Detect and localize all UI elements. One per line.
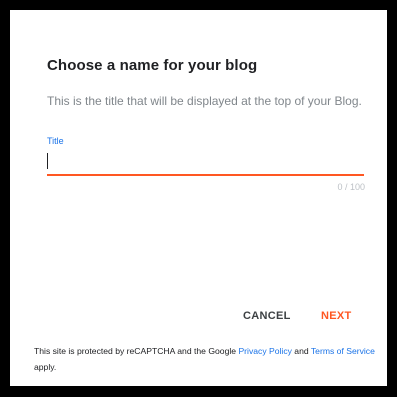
notice-and-text: and (291, 346, 311, 356)
recaptcha-notice: This site is protected by reCAPTCHA and … (34, 343, 379, 375)
blog-name-dialog: Choose a name for your blog This is the … (10, 10, 387, 386)
privacy-policy-link[interactable]: Privacy Policy (238, 346, 291, 356)
notice-text-after: apply. (34, 362, 57, 372)
title-field-label: Title (47, 136, 64, 146)
dialog-title: Choose a name for your blog (47, 57, 258, 74)
text-caret (47, 153, 48, 169)
character-counter: 0 / 100 (337, 182, 365, 192)
cancel-button[interactable]: CANCEL (243, 310, 291, 322)
dialog-subtitle: This is the title that will be displayed… (47, 94, 362, 108)
title-input-container[interactable] (47, 150, 364, 176)
title-input[interactable] (47, 150, 364, 172)
terms-of-service-link[interactable]: Terms of Service (311, 346, 375, 356)
next-button[interactable]: NEXT (321, 310, 352, 322)
notice-text-before: This site is protected by reCAPTCHA and … (34, 346, 239, 356)
